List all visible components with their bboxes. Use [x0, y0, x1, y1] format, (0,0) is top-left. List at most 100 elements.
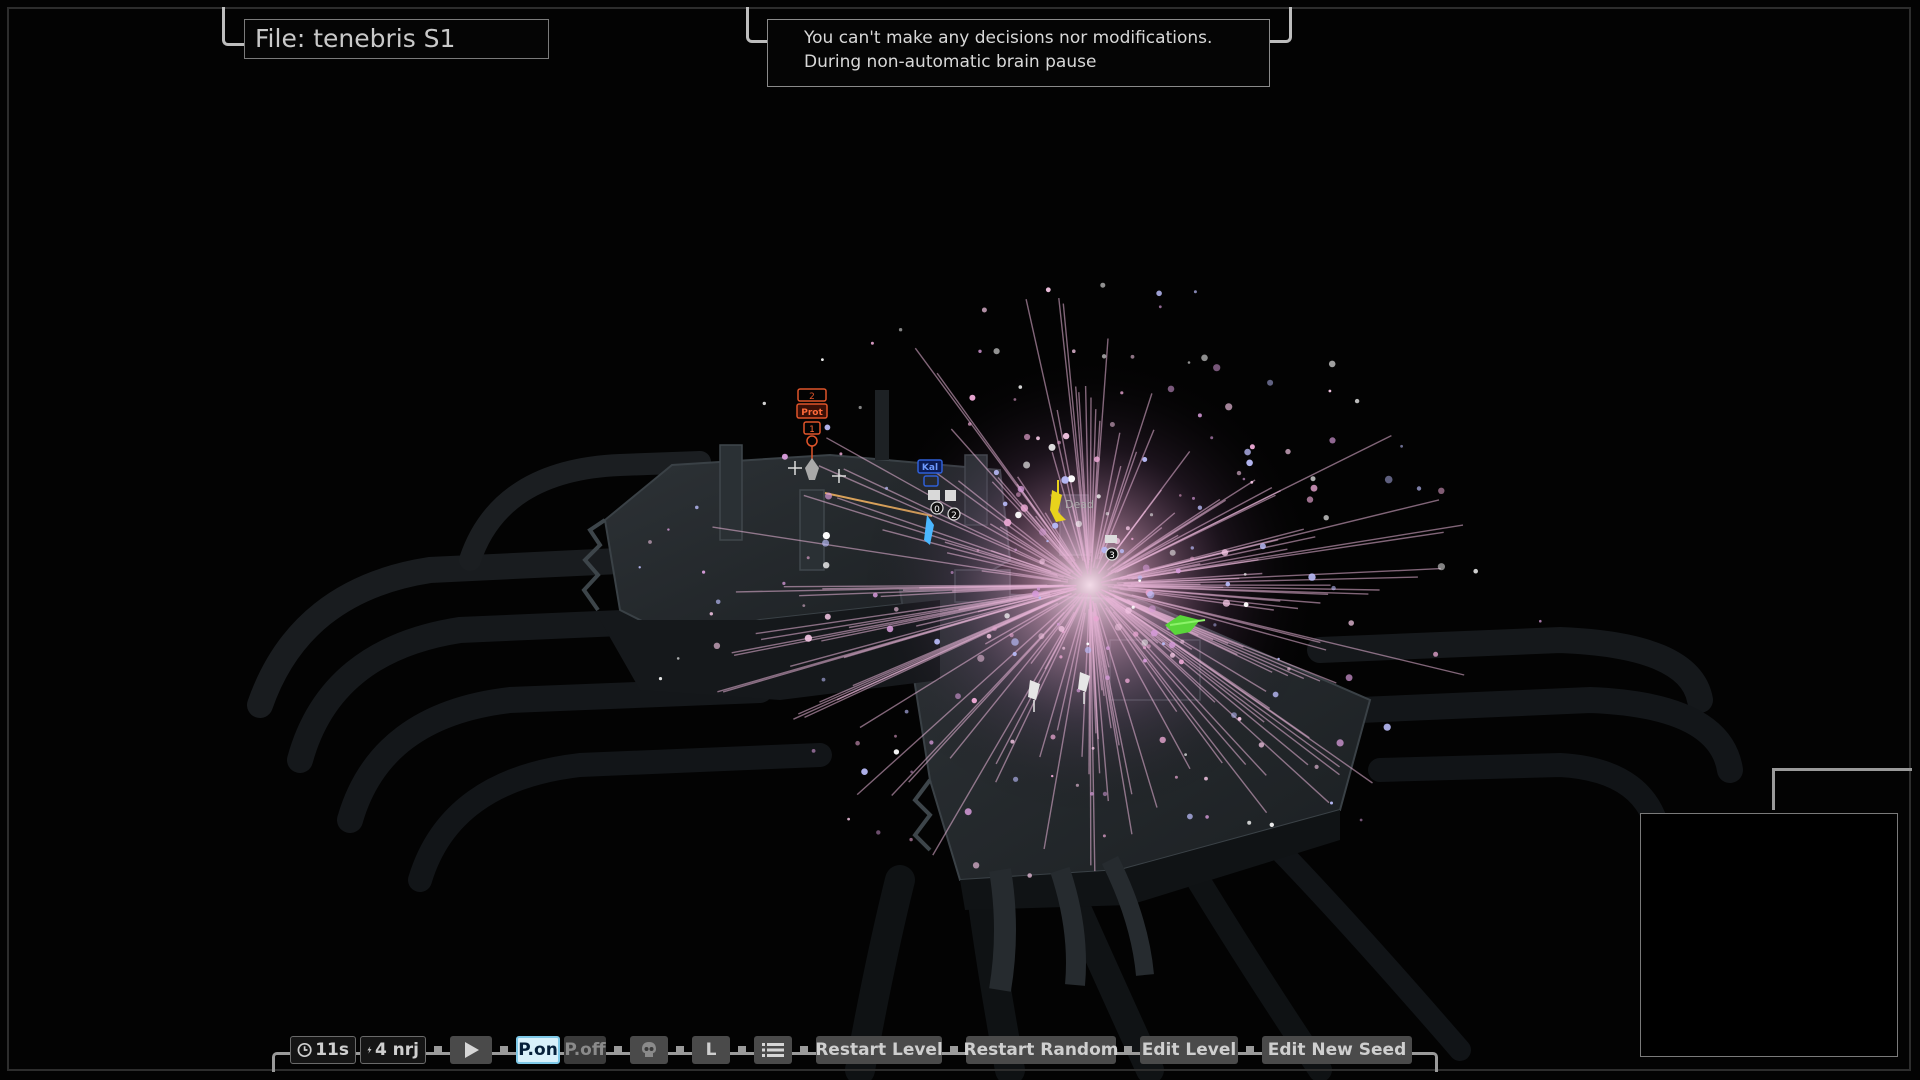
explosion-spark: [1416, 486, 1422, 491]
explosion-spark: [1310, 476, 1316, 482]
explosion-spark: [1067, 475, 1076, 483]
explosion-spark: [676, 657, 680, 660]
explosion-spark: [1178, 659, 1184, 665]
explosion-spark: [1120, 391, 1124, 395]
explosion-ray: [1089, 397, 1092, 557]
explosion-spark: [1093, 615, 1099, 622]
explosion-spark: [971, 697, 977, 704]
explosion-spark: [1306, 496, 1314, 503]
explosion-spark: [1142, 646, 1147, 650]
explosion-spark: [824, 613, 831, 620]
edit-new-seed-button[interactable]: Edit New Seed: [1262, 1036, 1412, 1064]
explosion-spark: [1096, 494, 1101, 499]
list-button[interactable]: [754, 1036, 792, 1064]
explosion-spark: [695, 505, 699, 510]
explosion-spark: [1004, 613, 1010, 619]
explosion-spark: [1179, 494, 1182, 497]
explosion-spark: [658, 677, 663, 681]
explosion-spark: [1159, 736, 1166, 744]
explosion-spark: [1250, 480, 1254, 484]
explosion-spark: [929, 740, 934, 745]
skull-button[interactable]: [630, 1036, 668, 1064]
pause-off-button[interactable]: P.off: [564, 1036, 606, 1064]
explosion-spark: [1345, 674, 1353, 682]
explosion-spark: [1024, 433, 1031, 441]
explosion-spark: [1236, 470, 1242, 476]
explosion-spark: [1017, 485, 1025, 493]
explosion-spark: [1045, 287, 1051, 293]
explosion-spark: [981, 307, 987, 313]
explosion-spark: [969, 394, 976, 401]
explosion-spark: [1237, 717, 1242, 721]
energy-counter-label: 4 nrj: [374, 1040, 419, 1060]
toolbar-separator: [500, 1046, 508, 1054]
explosion-spark: [1259, 543, 1266, 550]
toolbar-separator: [676, 1046, 684, 1054]
explosion-spark: [1187, 361, 1191, 364]
explosion-spark: [1243, 572, 1247, 576]
restart-level-button[interactable]: Restart Level: [815, 1036, 943, 1064]
explosion-spark: [1167, 385, 1175, 393]
explosion-spark: [1027, 873, 1032, 878]
explosion-spark: [934, 638, 940, 645]
explosion-spark: [1061, 476, 1069, 484]
toolbar-separator: [434, 1046, 442, 1054]
explosion-spark: [1192, 496, 1195, 500]
explosion-spark: [1100, 282, 1106, 288]
explosion-spark: [993, 348, 1000, 355]
explosion-spark: [1247, 820, 1252, 825]
toolbar-separator: [950, 1046, 958, 1054]
explosion-spark: [715, 599, 721, 605]
explosion-spark: [1147, 591, 1155, 599]
skull-icon: [642, 1042, 656, 1057]
explosion-spark: [993, 469, 1000, 476]
explosion-spark: [1130, 354, 1135, 359]
explosion-spark: [1094, 456, 1100, 463]
l-button[interactable]: L: [692, 1036, 730, 1064]
restart-random-button[interactable]: Restart Random: [964, 1036, 1119, 1064]
explosion-spark: [1048, 443, 1056, 451]
ally-tag: Kal: [922, 463, 938, 473]
play-button[interactable]: [450, 1036, 492, 1064]
play-icon: [465, 1042, 479, 1058]
bottom-toolbar: 11s 4 nrj P.on P.off L Restart Level Res…: [290, 1035, 1412, 1065]
explosion-spark: [1329, 437, 1336, 444]
explosion-spark: [1354, 398, 1360, 404]
explosion-spark: [1013, 776, 1019, 782]
explosion-spark: [1012, 651, 1017, 657]
pause-message: You can't make any decisions nor modific…: [767, 19, 1270, 87]
pause-on-button[interactable]: P.on: [516, 1036, 560, 1064]
explosion-spark: [904, 709, 909, 714]
explosion-spark: [1190, 546, 1195, 550]
explosion-spark: [782, 581, 786, 586]
explosion-spark: [1193, 290, 1197, 294]
explosion-spark: [1205, 815, 1209, 819]
explosion-spark: [1213, 623, 1217, 627]
explosion-spark: [1170, 652, 1175, 658]
explosion-spark: [898, 328, 903, 332]
game-viewport[interactable]: 2 Prot 1 Kal 0 2 Dead 3: [0, 0, 1920, 1080]
explosion-spark: [1015, 511, 1022, 519]
explosion-spark: [1084, 646, 1092, 654]
explosion-spark: [1039, 528, 1047, 536]
explosion-spark: [1056, 622, 1060, 626]
explosion-spark: [950, 571, 954, 574]
edit-level-button[interactable]: Edit Level: [1140, 1036, 1238, 1064]
minimap[interactable]: [1640, 813, 1898, 1057]
explosion-spark: [1062, 646, 1066, 650]
list-icon: [762, 1043, 784, 1057]
energy-counter: 4 nrj: [360, 1036, 426, 1064]
explosion-spark: [1023, 461, 1031, 469]
pause-message-line-1: You can't make any decisions nor modific…: [804, 28, 1213, 48]
explosion-spark: [1314, 764, 1319, 770]
explosion-spark: [1231, 712, 1237, 718]
explosion-spark: [1221, 549, 1229, 556]
explosion-spark: [1197, 413, 1202, 418]
toolbar-separator: [1246, 1046, 1254, 1054]
explosion-spark: [781, 453, 788, 460]
explosion-spark: [847, 817, 850, 821]
explosion-spark: [1142, 564, 1150, 572]
explosion-spark: [1243, 602, 1249, 608]
explosion-spark: [702, 570, 706, 574]
explosion-spark: [1201, 354, 1208, 362]
